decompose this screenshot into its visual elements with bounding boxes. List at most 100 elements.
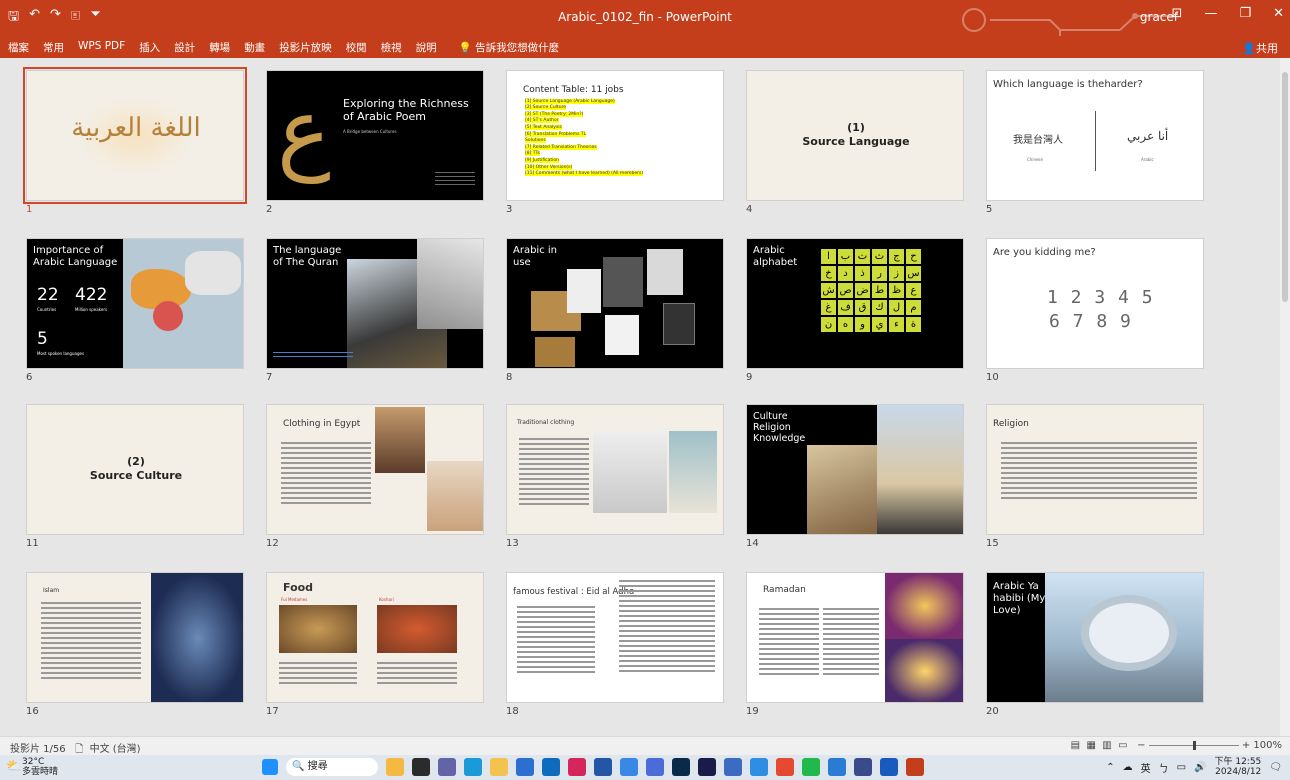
- ribbon-tab[interactable]: 轉場: [209, 40, 230, 55]
- ribbon-tab[interactable]: 說明: [416, 40, 437, 55]
- powerpoint-icon[interactable]: [906, 758, 924, 776]
- from-beginning-icon[interactable]: 🗉: [71, 7, 81, 29]
- start-icon[interactable]: [262, 759, 278, 775]
- zoom-slider[interactable]: [1148, 740, 1239, 750]
- slide-thumb-9[interactable]: Arabic alphabet ابتثجح خدذرزس شصضطظع غفقكلم…: [746, 238, 964, 383]
- weather-widget[interactable]: 32°C 多雲時晴: [22, 757, 58, 777]
- slide-7[interactable]: The language of The Quran: [266, 238, 484, 369]
- chat-icon[interactable]: [646, 758, 664, 776]
- app-icon[interactable]: [724, 758, 742, 776]
- mail-icon[interactable]: [542, 758, 560, 776]
- slide-thumb-18[interactable]: famous festival : Eid al Adha 18: [506, 572, 724, 717]
- slide-thumb-7[interactable]: The language of The Quran 7: [266, 238, 484, 383]
- ribbon-tab[interactable]: 投影片放映: [279, 40, 332, 55]
- app2-icon[interactable]: [828, 758, 846, 776]
- taskbar-search[interactable]: 🔍 搜尋: [286, 758, 378, 776]
- slide-4[interactable]: (1) Source Language: [746, 70, 964, 201]
- files-icon[interactable]: [620, 758, 638, 776]
- slide-12[interactable]: Clothing in Egypt: [266, 404, 484, 535]
- slide-10[interactable]: Are you kidding me? 1 2 3 4 5 6 7 8 9: [986, 238, 1204, 369]
- slide-3[interactable]: Content Table: 11 jobs [1] Source Langua…: [506, 70, 724, 201]
- slide-16[interactable]: Islam: [26, 572, 244, 703]
- chrome-icon[interactable]: [750, 758, 768, 776]
- teams-icon[interactable]: [438, 758, 456, 776]
- slide-thumb-19[interactable]: Ramadan 19: [746, 572, 964, 717]
- slide-thumb-11[interactable]: (2) Source Culture 11: [26, 404, 244, 549]
- clock[interactable]: 下午 12:55 2024/8/12: [1214, 757, 1261, 777]
- store-icon[interactable]: [516, 758, 534, 776]
- ribbon-tab[interactable]: 常用: [43, 40, 64, 55]
- slide-1[interactable]: اللغة العربية: [23, 67, 247, 204]
- slide-thumb-14[interactable]: Culture Religion Knowledge 14: [746, 404, 964, 549]
- network-icon[interactable]: ▭: [1177, 762, 1186, 773]
- zoom-out-icon[interactable]: −: [1137, 740, 1145, 751]
- widgets-icon[interactable]: [386, 758, 404, 776]
- slide-13[interactable]: Traditional clothing: [506, 404, 724, 535]
- slide-20[interactable]: Arabic Ya habibi (My Love): [986, 572, 1204, 703]
- slide-8[interactable]: Arabic in use: [506, 238, 724, 369]
- slide-thumb-12[interactable]: Clothing in Egypt 12: [266, 404, 484, 549]
- save-icon[interactable]: 🖫: [8, 7, 19, 29]
- slide-6[interactable]: Importance of Arabic Language 22 Countri…: [26, 238, 244, 369]
- wps-icon[interactable]: [776, 758, 794, 776]
- slide-19[interactable]: Ramadan: [746, 572, 964, 703]
- slide-2[interactable]: ع Exploring the Richness of Arabic Poem …: [266, 70, 484, 201]
- share-button[interactable]: 👤共用: [1242, 40, 1278, 56]
- view-slideshow-icon[interactable]: ▭: [1118, 740, 1127, 751]
- ribbon-tab[interactable]: 動畫: [244, 40, 265, 55]
- ps-icon[interactable]: [672, 758, 690, 776]
- slide-15[interactable]: Religion: [986, 404, 1204, 535]
- zoom-level[interactable]: 100%: [1253, 740, 1282, 751]
- slide-thumb-1[interactable]: اللغة العربية 1: [23, 67, 247, 215]
- ribbon-tab[interactable]: 設計: [174, 40, 195, 55]
- ribbon-tab[interactable]: WPS PDF: [78, 40, 125, 55]
- ribbon-tab[interactable]: 插入: [139, 40, 160, 55]
- slide-18[interactable]: famous festival : Eid al Adha: [506, 572, 724, 703]
- task-view-icon[interactable]: [412, 758, 430, 776]
- edge-icon[interactable]: [464, 758, 482, 776]
- ribbon-display-icon[interactable]: ⊡: [1172, 6, 1183, 21]
- slide-9[interactable]: Arabic alphabet ابتثجح خدذرزس شصضطظع غفقكلم…: [746, 238, 964, 369]
- word-icon[interactable]: [880, 758, 898, 776]
- ime-indicator[interactable]: 英: [1141, 760, 1151, 775]
- view-normal-icon[interactable]: ▤: [1071, 740, 1080, 751]
- volume-icon[interactable]: 🔊: [1194, 762, 1206, 773]
- slide-thumb-5[interactable]: Which language is theharder? 我是台灣人 Chine…: [986, 70, 1204, 215]
- restore-icon[interactable]: ❐: [1239, 6, 1251, 21]
- slide-thumb-13[interactable]: Traditional clothing 13: [506, 404, 724, 549]
- slide-thumb-15[interactable]: Religion 15: [986, 404, 1204, 549]
- spellcheck-icon[interactable]: 🗋: [75, 744, 83, 755]
- zoom-in-icon[interactable]: +: [1242, 740, 1250, 751]
- minimize-icon[interactable]: —: [1204, 6, 1217, 21]
- slide-14[interactable]: Culture Religion Knowledge: [746, 404, 964, 535]
- tray-chevron-icon[interactable]: ⌃: [1106, 762, 1114, 773]
- ribbon-tab[interactable]: 校閱: [346, 40, 367, 55]
- vertical-scrollbar[interactable]: [1280, 58, 1290, 736]
- explorer-icon[interactable]: [490, 758, 508, 776]
- line-icon[interactable]: [802, 758, 820, 776]
- slide-thumb-6[interactable]: Importance of Arabic Language 22 Countri…: [26, 238, 244, 383]
- slide-5[interactable]: Which language is theharder? 我是台灣人 Chine…: [986, 70, 1204, 201]
- language-status[interactable]: 中文 (台灣): [90, 744, 141, 755]
- tell-me-search[interactable]: 💡 告訴我您想做什麼: [459, 40, 559, 55]
- slide-thumb-10[interactable]: Are you kidding me? 1 2 3 4 5 6 7 8 9 10: [986, 238, 1204, 383]
- slide-thumb-8[interactable]: Arabic in use 8: [506, 238, 724, 383]
- slide-thumb-2[interactable]: ع Exploring the Richness of Arabic Poem …: [266, 70, 484, 215]
- slide-17[interactable]: Food Ful Medames Koshari: [266, 572, 484, 703]
- weather-icon[interactable]: ⛅: [6, 759, 22, 774]
- cloud-icon[interactable]: ☁: [1123, 762, 1133, 773]
- slide-thumb-20[interactable]: Arabic Ya habibi (My Love) 20: [986, 572, 1204, 717]
- ribbon-tab[interactable]: 檔案: [8, 40, 29, 55]
- notification-icon[interactable]: 🗨: [1269, 762, 1282, 773]
- slide-thumb-3[interactable]: Content Table: 11 jobs [1] Source Langua…: [506, 70, 724, 215]
- undo-icon[interactable]: ↶: [29, 7, 40, 29]
- ribbon-tab[interactable]: 檢視: [381, 40, 402, 55]
- customize-qat-icon[interactable]: ⏷: [90, 7, 100, 29]
- slide-11[interactable]: (2) Source Culture: [26, 404, 244, 535]
- close-icon[interactable]: ✕: [1273, 6, 1284, 21]
- slide-thumb-4[interactable]: (1) Source Language 4: [746, 70, 964, 215]
- view-reading-icon[interactable]: ▥: [1102, 740, 1111, 751]
- scrollbar-thumb[interactable]: [1282, 72, 1288, 302]
- gift-icon[interactable]: [568, 758, 586, 776]
- slide-thumb-16[interactable]: Islam 16: [26, 572, 244, 717]
